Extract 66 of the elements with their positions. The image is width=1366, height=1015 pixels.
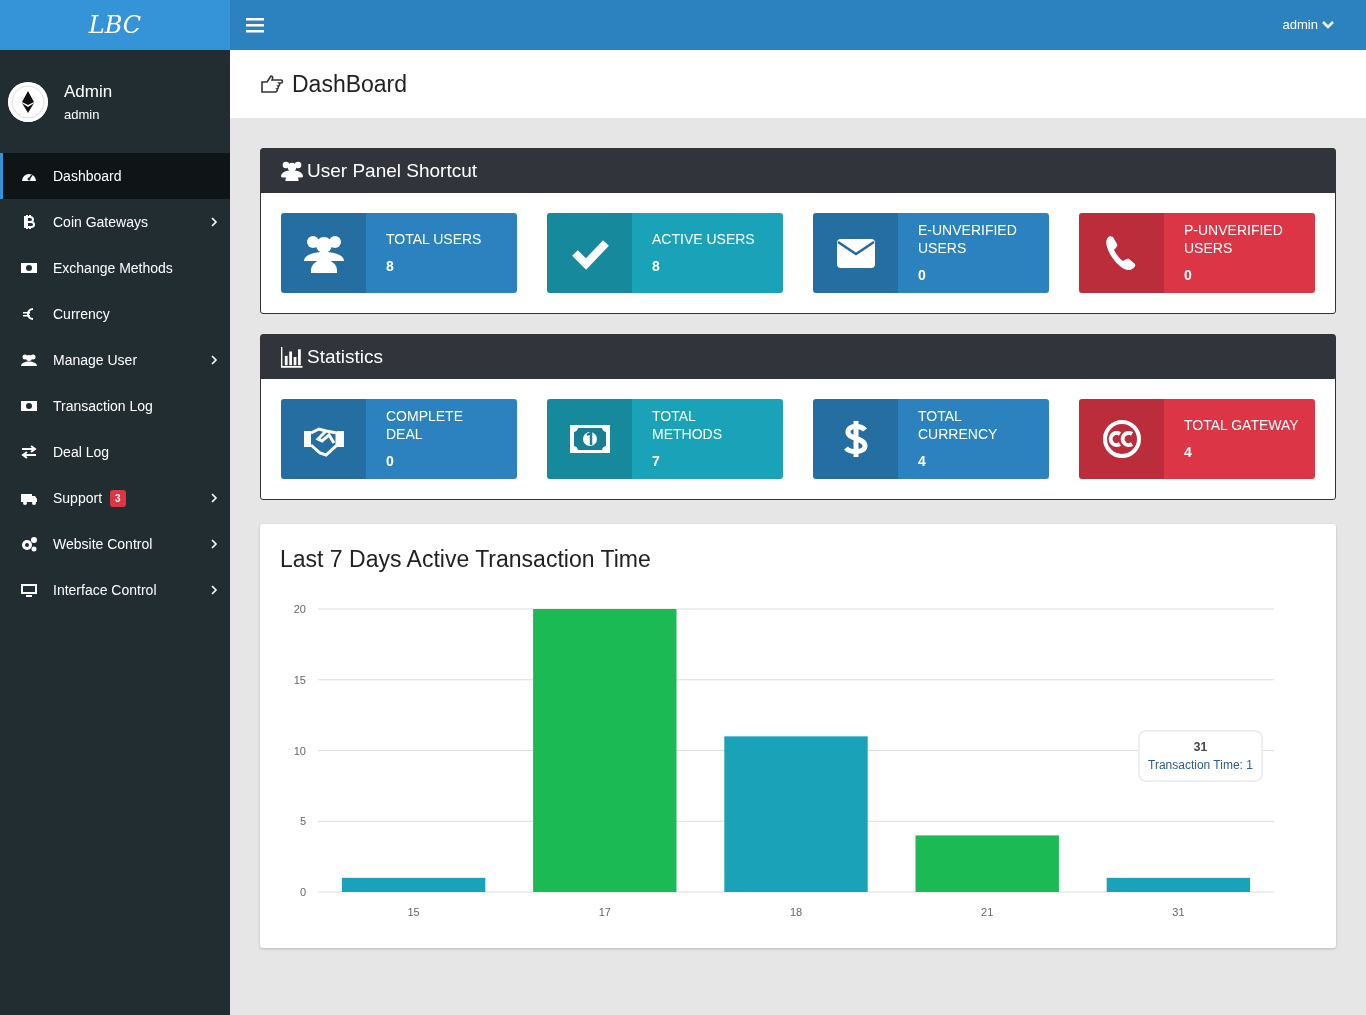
tile-label: TOTAL GATEWAY — [1184, 415, 1300, 434]
sidebar-item[interactable]: Support 3 — [0, 475, 230, 521]
page-title: DashBoard — [292, 69, 408, 99]
sidebar-item[interactable]: Exchange Methods — [0, 245, 230, 291]
tile-value: 0 — [918, 265, 927, 285]
panel-title: Statistics — [307, 344, 384, 369]
monitor-icon — [21, 582, 37, 598]
cc-circle-icon — [1100, 419, 1143, 459]
hand-pointing-icon — [260, 74, 284, 94]
stat-tile[interactable]: P-UNVERIFIED USERS 0 — [1079, 213, 1315, 293]
stat-tile[interactable]: COMPLETE DEAL 0 — [281, 399, 517, 479]
tile-label: E-UNVERIFIED USERS — [918, 220, 1018, 257]
axis-tick-label: 21 — [981, 905, 994, 918]
sidebar-item[interactable]: Manage User — [0, 337, 230, 383]
tile-label: COMPLETE DEAL — [386, 406, 464, 443]
axis-tick-label: 0 — [299, 885, 306, 898]
tile-label: ACTIVE USERS — [652, 229, 756, 248]
tile-label: TOTAL USERS — [386, 229, 483, 248]
axis-tick-label: 31 — [1172, 905, 1185, 918]
tile-value: 0 — [1184, 265, 1193, 285]
menu-icon[interactable] — [246, 17, 264, 33]
exchange-arrows-icon — [21, 444, 37, 460]
axis-tick-label: 18 — [789, 905, 803, 918]
tile-value: 4 — [1184, 442, 1193, 462]
notification-badge: 3 — [110, 489, 126, 507]
user-menu[interactable]: admin — [1282, 15, 1334, 35]
tile-value: 4 — [918, 451, 927, 471]
tile-value: 7 — [652, 451, 661, 471]
banknote-icon — [21, 398, 37, 414]
sidebar-item[interactable]: Transaction Log — [0, 383, 230, 429]
tile-value: 8 — [652, 256, 661, 276]
sidebar-item[interactable]: Website Control — [0, 521, 230, 567]
tile-label: TOTAL METHODS — [652, 406, 723, 443]
profile-role: admin — [64, 105, 101, 124]
bitcoin-icon — [21, 214, 37, 230]
stat-tile[interactable]: TOTAL GATEWAY 4 — [1079, 399, 1315, 479]
axis-tick-label: 5 — [299, 814, 306, 827]
axis-tick-label: 10 — [293, 744, 306, 756]
axis-tick-label: 15 — [407, 905, 420, 918]
sidebar-item[interactable]: Interface Control — [0, 567, 230, 613]
tile-label: TOTAL CURRENCY — [918, 406, 999, 443]
caret-icon — [1322, 20, 1334, 30]
chart-tooltip: 31 Transaction Time: 1 — [1138, 729, 1263, 782]
stat-tile[interactable]: TOTAL USERS 8 — [281, 213, 517, 293]
avatar-icon — [8, 81, 48, 122]
tile-value: 0 — [386, 451, 395, 471]
sidebar-item[interactable]: Currency — [0, 291, 230, 337]
banknote-icon — [21, 260, 37, 276]
axis-tick-label: 20 — [293, 602, 306, 615]
tile-value: 8 — [386, 256, 395, 276]
bar-chart-icon — [281, 346, 303, 368]
users-icon — [302, 233, 345, 273]
stat-tile[interactable]: TOTAL CURRENCY 4 — [813, 399, 1049, 479]
panel-title: User Panel Shortcut — [307, 158, 478, 183]
stat-tile[interactable]: E-UNVERIFIED USERS 0 — [813, 213, 1049, 293]
gears-icon — [21, 536, 37, 552]
axis-tick-label: 17 — [598, 905, 611, 918]
profile-name: Admin — [64, 81, 113, 103]
tile-label: P-UNVERIFIED USERS — [1184, 220, 1284, 257]
users-icon — [21, 352, 37, 368]
sidebar-item[interactable]: Coin Gateways — [0, 199, 230, 245]
users-icon — [281, 160, 303, 182]
sidebar-item[interactable]: Deal Log — [0, 429, 230, 475]
axis-tick-label: 15 — [293, 673, 306, 686]
sidebar-item[interactable]: Dashboard — [0, 153, 230, 199]
chart-title: Last 7 Days Active Transaction Time — [280, 545, 652, 574]
